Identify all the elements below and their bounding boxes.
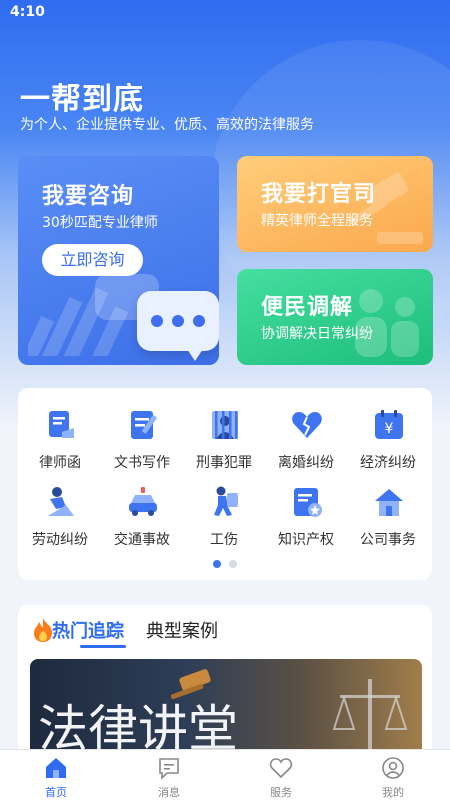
tab-label: 我的 xyxy=(382,786,404,799)
yen-calendar-icon: ¥ xyxy=(375,410,403,439)
car-accident-icon xyxy=(129,487,157,516)
tab-messages[interactable]: 消息 xyxy=(124,750,214,800)
service-label: 经济纠纷 xyxy=(360,455,416,471)
document-writing-icon xyxy=(131,411,157,439)
page-subtitle: 为个人、企业提供专业、优质、高效的法律服务 xyxy=(20,117,314,133)
people-icon xyxy=(355,289,419,357)
status-time: 4:10 xyxy=(10,4,45,20)
service-label: 交通事故 xyxy=(114,532,170,548)
lawyer-letter-icon xyxy=(49,411,74,438)
tab-typical-cases[interactable]: 典型案例 xyxy=(146,617,218,643)
chat-dot xyxy=(193,315,205,327)
tab-label: 首页 xyxy=(45,786,67,799)
lawsuit-card[interactable]: 我要打官司 精英律师全程服务 xyxy=(237,156,433,252)
company-house-icon xyxy=(375,489,403,516)
service-document-writing[interactable]: 文书写作 xyxy=(101,408,183,478)
service-economic[interactable]: ¥ 经济纠纷 xyxy=(347,408,429,478)
tab-label: 服务 xyxy=(270,786,292,799)
service-label: 文书写作 xyxy=(114,455,170,471)
service-work-injury[interactable]: 工伤 xyxy=(183,485,265,555)
svg-text:¥: ¥ xyxy=(385,421,394,437)
broken-heart-icon xyxy=(292,412,322,438)
criminal-icon xyxy=(212,411,238,439)
mediation-title: 便民调解 xyxy=(261,295,354,320)
service-lawyer-letter[interactable]: 律师函 xyxy=(19,408,101,478)
page-title: 一帮到底 xyxy=(20,82,144,117)
tab-hot-tracking[interactable]: 热门追踪 xyxy=(52,617,124,643)
consult-subtitle: 30秒匹配专业律师 xyxy=(42,215,158,231)
fire-icon xyxy=(34,618,52,642)
home-icon xyxy=(46,758,66,778)
mediation-subtitle: 协调解决日常纠纷 xyxy=(261,326,373,342)
injury-icon xyxy=(214,486,238,516)
message-icon xyxy=(159,758,179,780)
service-ip[interactable]: 知识产权 xyxy=(265,485,347,555)
mediation-card[interactable]: 便民调解 协调解决日常纠纷 xyxy=(237,269,433,365)
services-grid: 律师函 文书写作 刑事犯罪 离婚纠纷 ¥ 经济纠纷 劳动纠纷 交通事故 工伤 知… xyxy=(18,388,432,580)
service-labor[interactable]: 劳动纠纷 xyxy=(19,485,101,555)
active-tab-indicator xyxy=(80,645,126,648)
service-label: 刑事犯罪 xyxy=(196,455,252,471)
pager-dot-active[interactable] xyxy=(213,560,221,568)
service-criminal[interactable]: 刑事犯罪 xyxy=(183,408,265,478)
service-label: 知识产权 xyxy=(278,532,334,548)
service-label: 律师函 xyxy=(39,455,81,471)
bottom-tab-bar: 首页 消息 服务 我的 xyxy=(0,749,450,800)
service-label: 工伤 xyxy=(210,532,238,548)
service-company[interactable]: 公司事务 xyxy=(347,485,429,555)
profile-icon xyxy=(382,757,404,779)
heart-icon xyxy=(269,758,293,779)
chat-dot xyxy=(172,315,184,327)
service-traffic[interactable]: 交通事故 xyxy=(101,485,183,555)
consult-title: 我要咨询 xyxy=(42,184,135,209)
consult-now-button[interactable]: 立即咨询 xyxy=(42,244,143,276)
consult-card[interactable]: 我要咨询 30秒匹配专业律师 立即咨询 xyxy=(18,156,219,365)
pager-dot[interactable] xyxy=(229,560,237,568)
lawsuit-subtitle: 精英律师全程服务 xyxy=(261,213,373,229)
tab-label: 消息 xyxy=(158,786,180,799)
labor-worker-icon xyxy=(48,487,74,516)
tab-home[interactable]: 首页 xyxy=(11,750,101,800)
service-divorce[interactable]: 离婚纠纷 xyxy=(265,408,347,478)
chat-dot xyxy=(151,315,163,327)
chat-bubble-icon xyxy=(137,291,219,361)
tab-profile[interactable]: 我的 xyxy=(348,750,438,800)
tab-services[interactable]: 服务 xyxy=(236,750,326,800)
service-label: 公司事务 xyxy=(360,532,416,548)
service-label: 劳动纠纷 xyxy=(32,532,88,548)
lawsuit-title: 我要打官司 xyxy=(261,182,377,207)
service-label: 离婚纠纷 xyxy=(278,455,334,471)
ip-certificate-icon xyxy=(294,488,322,517)
